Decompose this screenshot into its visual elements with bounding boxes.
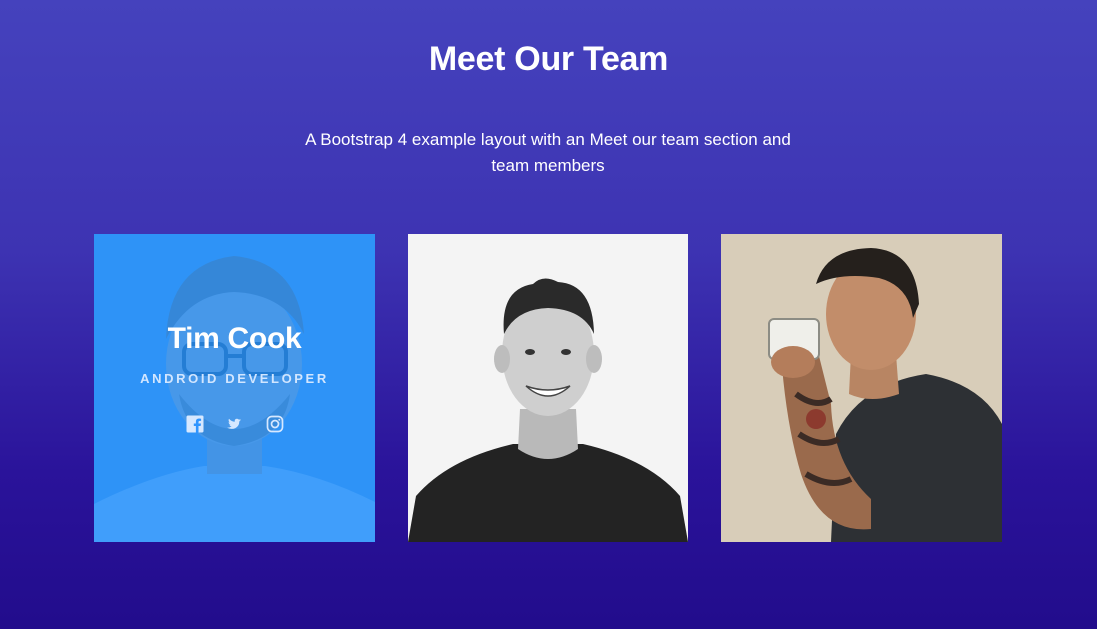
member-social-links (94, 415, 375, 433)
team-section: Meet Our Team A Bootstrap 4 example layo… (0, 0, 1097, 629)
card-hover-overlay (94, 234, 375, 542)
team-member-card-1[interactable]: Tim Cook ANDROID DEVELOPER (94, 234, 375, 542)
facebook-icon[interactable] (186, 415, 204, 433)
section-title: Meet Our Team (428, 40, 669, 78)
member-photo-smiling-man (408, 234, 688, 542)
instagram-icon[interactable] (266, 415, 284, 433)
section-subtitle: A Bootstrap 4 example layout with an Mee… (305, 130, 791, 175)
member-role: ANDROID DEVELOPER (140, 371, 329, 386)
team-member-card-2[interactable] (408, 234, 688, 542)
member-name: Tim Cook (167, 322, 302, 355)
twitter-icon[interactable] (226, 415, 244, 433)
team-member-card-3[interactable] (721, 234, 1002, 542)
member-photo-tattooed-man (721, 234, 1002, 542)
